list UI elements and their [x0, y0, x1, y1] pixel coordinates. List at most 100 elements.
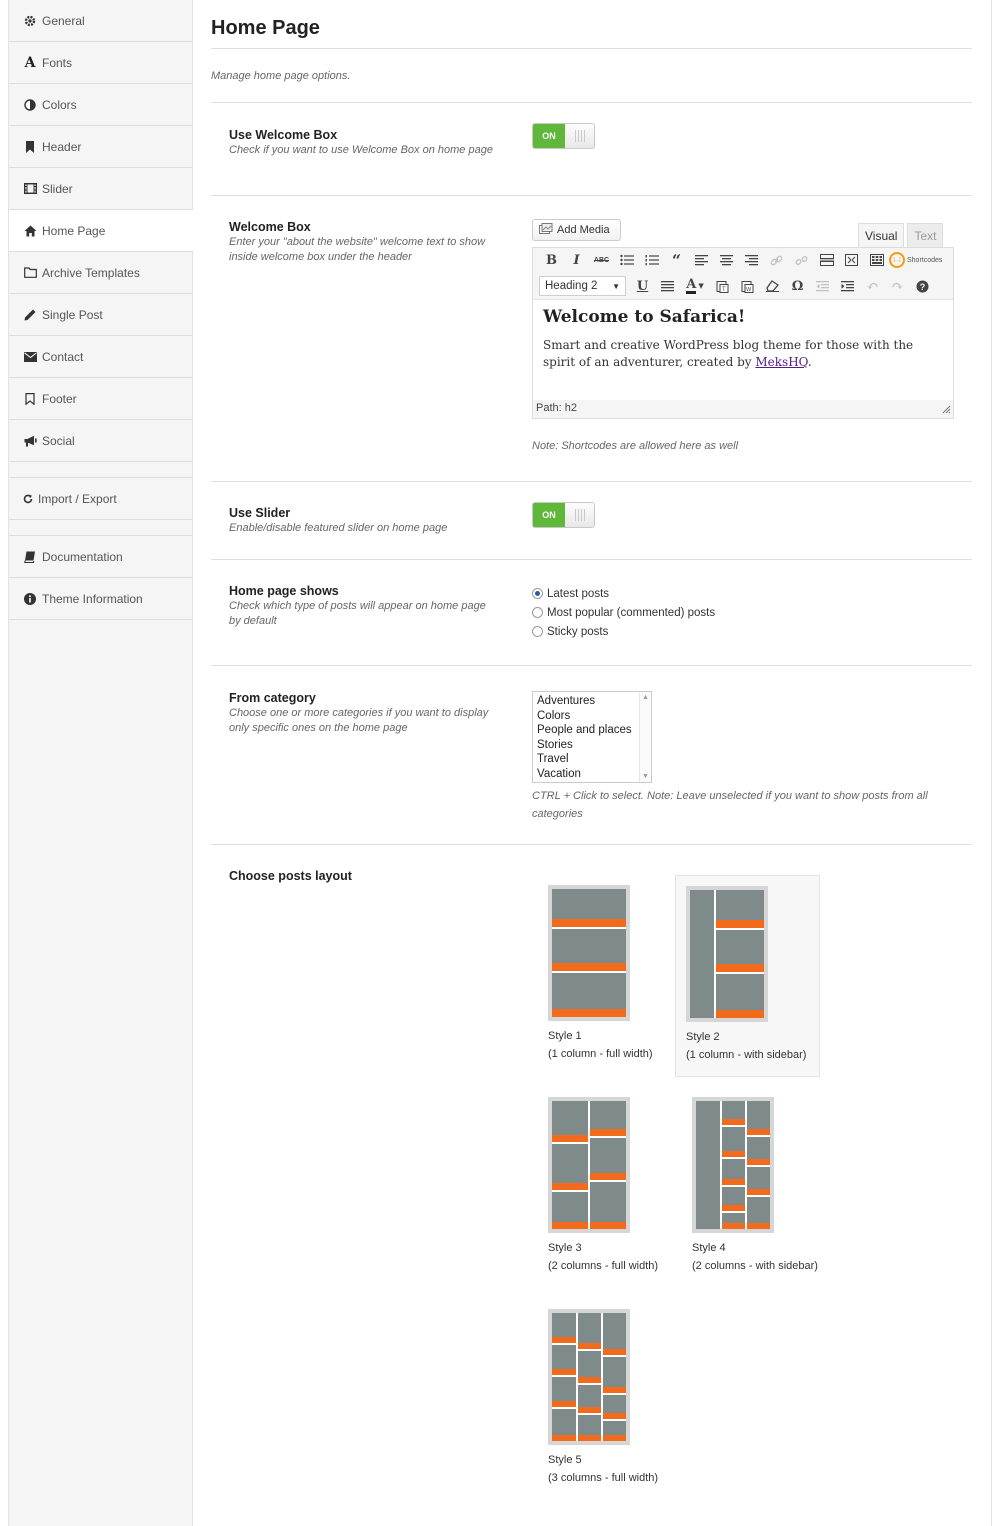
resize-handle-icon[interactable] [942, 405, 951, 417]
listbox-scrollbar[interactable]: ▲ ▼ [639, 692, 651, 782]
editor-heading: Welcome to Safarica! [543, 307, 746, 327]
sidebar-item-slider[interactable]: Slider [9, 168, 192, 210]
category-option[interactable]: People and places [537, 723, 635, 738]
mekshq-link[interactable]: MeksHQ [755, 355, 808, 369]
format-select[interactable]: Heading 2 ▼ [539, 276, 626, 296]
numbered-list-icon[interactable] [639, 250, 664, 270]
radio-circle [532, 626, 543, 637]
layout-caption: Style 2 (1 column - with sidebar) [686, 1031, 807, 1061]
radio-latest-posts[interactable]: Latest posts [532, 584, 715, 603]
pencil-icon [23, 308, 37, 322]
sidebar-item-single-post[interactable]: Single Post [9, 294, 192, 336]
align-center-icon[interactable] [714, 250, 739, 270]
editor-paragraph: Smart and creative WordPress blog theme … [543, 338, 914, 369]
category-option[interactable]: Travel [537, 752, 635, 767]
paste-word-icon[interactable]: W [735, 276, 760, 296]
toolbar-toggle-icon[interactable] [864, 250, 889, 270]
blockquote-icon[interactable]: “ [664, 250, 689, 270]
sidebar-item-label: Home Page [42, 223, 106, 238]
clear-formatting-icon[interactable] [760, 276, 785, 296]
align-right-icon[interactable] [739, 250, 764, 270]
category-option[interactable]: Adventures [537, 694, 635, 709]
sidebar-item-colors[interactable]: Colors [9, 84, 192, 126]
sidebar-item-import-export[interactable]: Import / Export [9, 478, 192, 520]
layout-caption: Style 4 (2 columns - with sidebar) [692, 1242, 818, 1272]
align-left-icon[interactable] [689, 250, 714, 270]
layout-style-1[interactable]: Style 1 (1 column - full width) [548, 885, 653, 1063]
sidebar-item-header[interactable]: Header [9, 126, 192, 168]
radio-circle [532, 588, 543, 599]
sidebar-item-home-page[interactable]: Home Page [9, 210, 193, 252]
fullscreen-icon[interactable] [839, 250, 864, 270]
layout-style-3[interactable]: Style 3 (2 columns - full width) [548, 1097, 658, 1275]
read-more-icon[interactable] [814, 250, 839, 270]
svg-text:T: T [722, 287, 726, 293]
sidebar-item-theme-information[interactable]: Theme Information [9, 578, 192, 620]
option-description: Choose one or more categories if you wan… [229, 707, 489, 734]
sidebar-item-contact[interactable]: Contact [9, 336, 192, 378]
radio-most-popular[interactable]: Most popular (commented) posts [532, 603, 715, 622]
category-option[interactable]: Colors [537, 709, 635, 724]
category-listbox[interactable]: Adventures Colors People and places Stor… [532, 691, 652, 783]
shortcodes-button[interactable]: [...] Shortcodes [889, 252, 942, 268]
bookmark-outline-icon [23, 392, 37, 406]
envelope-icon [23, 350, 37, 364]
undo-icon[interactable]: ↶ [860, 276, 885, 296]
layout-thumbnail [692, 1097, 774, 1233]
home-icon [23, 224, 37, 238]
sidebar-item-footer[interactable]: Footer [9, 378, 192, 420]
contrast-icon [23, 98, 37, 112]
underline-icon[interactable]: U [630, 276, 655, 296]
options-sidebar: General A Fonts Colors Header Slider Hom… [8, 0, 193, 1526]
option-description: Enter your "about the website" welcome t… [229, 236, 486, 263]
special-character-icon[interactable]: Ω [785, 276, 810, 296]
justify-icon[interactable] [655, 276, 680, 296]
film-icon [23, 182, 37, 196]
svg-text:?: ? [920, 282, 926, 292]
category-option[interactable]: Vacation [537, 767, 635, 782]
paste-text-icon[interactable]: T [710, 276, 735, 296]
sidebar-item-social[interactable]: Social [9, 420, 192, 462]
book-icon [23, 550, 37, 564]
welcome-box-toggle[interactable]: ON [532, 123, 595, 149]
bullet-list-icon[interactable] [614, 250, 639, 270]
sidebar-item-general[interactable]: General [9, 0, 192, 42]
sidebar-item-fonts[interactable]: A Fonts [9, 42, 192, 84]
sidebar-item-label: Documentation [42, 549, 123, 564]
radio-sticky-posts[interactable]: Sticky posts [532, 622, 715, 641]
editor-tabs: Visual Text [858, 223, 944, 248]
help-icon[interactable]: ? [910, 276, 935, 296]
sidebar-divider [9, 462, 192, 478]
folder-icon [23, 266, 37, 280]
sidebar-item-documentation[interactable]: Documentation [9, 536, 192, 578]
bold-icon[interactable]: B [539, 250, 564, 270]
radio-circle [532, 607, 543, 618]
sidebar-item-archive-templates[interactable]: Archive Templates [9, 252, 192, 294]
strikethrough-icon[interactable]: ABC [589, 250, 614, 270]
tab-visual[interactable]: Visual [858, 223, 905, 248]
editor-path: Path: h2 [533, 400, 953, 418]
outdent-icon[interactable] [810, 276, 835, 296]
layout-style-4[interactable]: Style 4 (2 columns - with sidebar) [692, 1097, 818, 1275]
category-option[interactable]: Stories [537, 738, 635, 753]
redo-icon[interactable]: ↷ [885, 276, 910, 296]
layout-style-2[interactable]: Style 2 (1 column - with sidebar) [675, 875, 820, 1077]
radio-label: Latest posts [547, 587, 610, 600]
indent-icon[interactable] [835, 276, 860, 296]
option-from-category: From category Choose one or more categor… [211, 666, 972, 845]
text-color-icon[interactable]: A ▼ [680, 276, 710, 296]
layout-style-5[interactable]: Style 5 (3 columns - full width) [548, 1309, 658, 1487]
sidebar-item-label: Footer [42, 391, 77, 406]
slider-toggle[interactable]: ON [532, 502, 595, 528]
sidebar-item-label: Contact [42, 349, 84, 364]
editor-content[interactable]: Welcome to Safarica! Smart and creative … [533, 300, 953, 378]
svg-text:W: W [746, 287, 752, 293]
unlink-icon[interactable] [789, 250, 814, 270]
bookmark-icon [23, 140, 37, 154]
link-icon[interactable] [764, 250, 789, 270]
add-media-button[interactable]: Add Media [532, 219, 621, 241]
sidebar-item-label: Theme Information [42, 591, 143, 606]
tab-text[interactable]: Text [907, 223, 944, 247]
italic-icon[interactable]: I [564, 250, 589, 270]
media-icon [539, 222, 553, 238]
